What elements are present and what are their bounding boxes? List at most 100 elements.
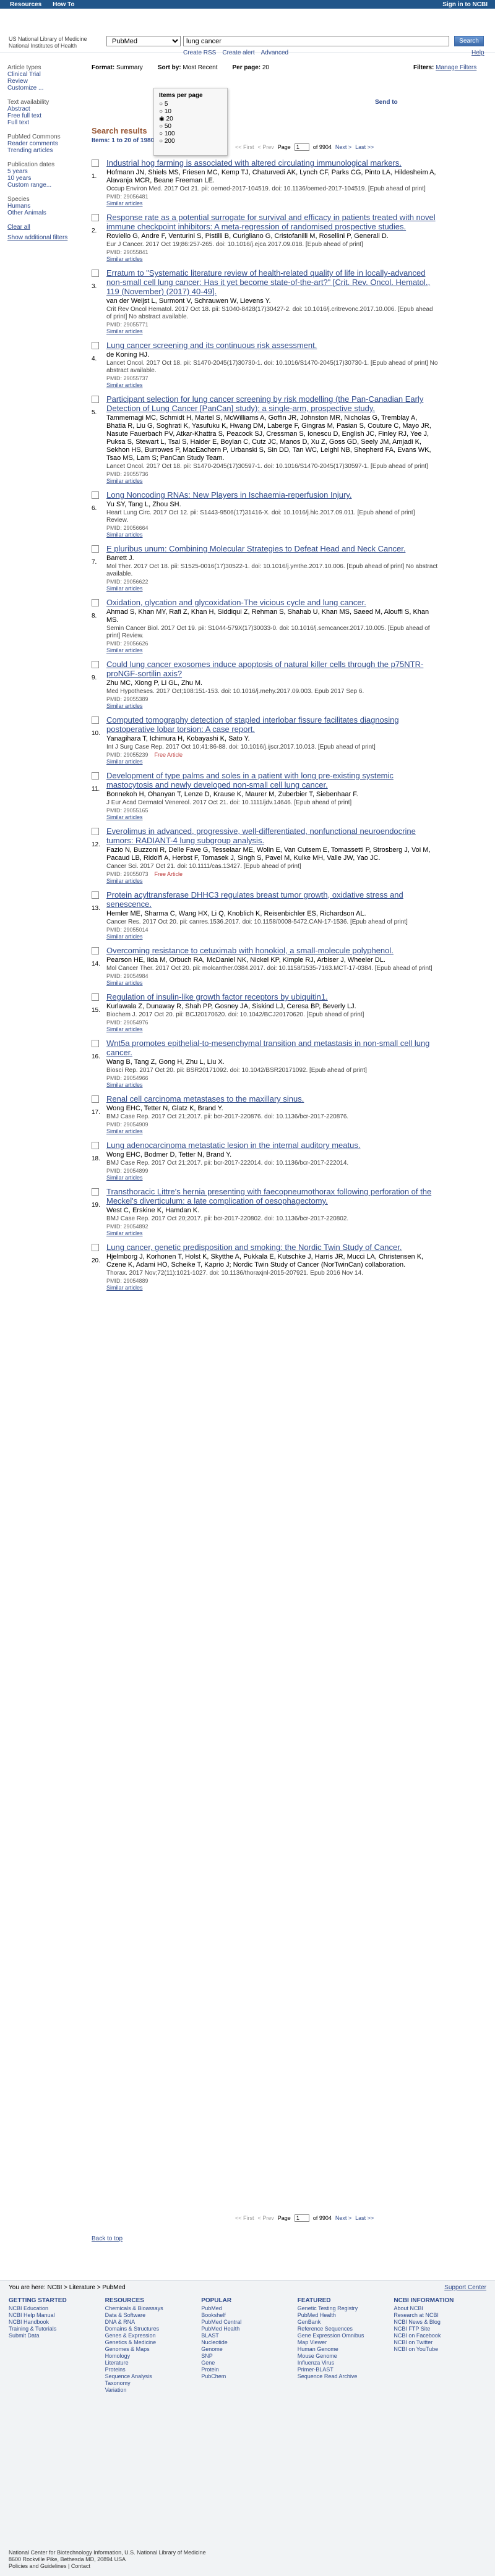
filter-item[interactable]: Abstract [7,106,75,113]
result-checkbox[interactable] [92,159,99,167]
similar-articles-link[interactable]: Similar articles [106,256,438,262]
result-checkbox[interactable] [92,1244,99,1251]
result-title-link[interactable]: Response rate as a potential surrogate f… [106,213,438,231]
footer-link[interactable]: BLAST [201,2332,294,2339]
pager-page-input[interactable] [294,2214,309,2222]
result-checkbox[interactable] [92,491,99,499]
perpage-setting[interactable]: Per page: 20 [233,64,269,71]
footer-link[interactable]: Submit Data [9,2332,101,2339]
result-checkbox[interactable] [92,1142,99,1149]
footer-link[interactable]: NCBI on Facebook [394,2332,486,2339]
similar-articles-link[interactable]: Similar articles [106,1285,438,1291]
result-title-link[interactable]: Computed tomography detection of stapled… [106,715,438,734]
perpage-option[interactable]: ○ 100 [159,130,222,138]
filter-item[interactable]: Custom range... [7,182,75,189]
footer-link[interactable]: PubChem [201,2373,294,2380]
footer-link[interactable]: Taxonomy [105,2380,198,2387]
similar-articles-link[interactable]: Similar articles [106,814,438,820]
similar-articles-link[interactable]: Similar articles [106,933,438,940]
footer-link[interactable]: NCBI on YouTube [394,2346,486,2353]
footer-link[interactable]: About NCBI [394,2305,486,2312]
result-title-link[interactable]: Regulation of insulin-like growth factor… [106,992,438,1001]
result-title-link[interactable]: Overcoming resistance to cetuximab with … [106,946,438,955]
footer-link[interactable]: Training & Tutorials [9,2326,101,2332]
filter-item[interactable]: Customize ... [7,85,75,91]
similar-articles-link[interactable]: Similar articles [106,585,438,592]
footer-link[interactable]: PubMed Central [201,2319,294,2326]
perpage-option[interactable]: ○ 200 [159,138,222,145]
pager-first[interactable]: << First [235,144,254,150]
advanced-search-link[interactable]: Advanced [261,49,288,56]
result-title-link[interactable]: E pluribus unum: Combining Molecular Str… [106,544,438,553]
result-checkbox[interactable] [92,342,99,349]
result-checkbox[interactable] [92,993,99,1001]
show-additional-filters-link[interactable]: Show additional filters [7,234,75,241]
search-input[interactable] [183,36,449,46]
perpage-option[interactable]: ○ 5 [159,101,222,108]
filter-item[interactable]: Full text [7,119,75,126]
result-checkbox[interactable] [92,270,99,277]
footer-link[interactable]: Sequence Analysis [105,2373,198,2380]
footer-link[interactable]: Mouse Genome [298,2353,390,2360]
footer-link[interactable]: NCBI on Twitter [394,2339,486,2346]
footer-link[interactable]: NCBI Education [9,2305,101,2312]
search-button[interactable]: Search [454,36,484,46]
create-alert-link[interactable]: Create alert [222,49,254,56]
perpage-option[interactable]: ○ 10 [159,108,222,116]
pager-prev[interactable]: < Prev [258,144,274,150]
similar-articles-link[interactable]: Similar articles [106,1128,438,1134]
result-checkbox[interactable] [92,891,99,899]
result-title-link[interactable]: Participant selection for lung cancer sc… [106,394,438,413]
send-to-menu[interactable]: Send to [375,99,398,106]
footer-link[interactable]: NCBI FTP Site [394,2326,486,2332]
filter-item[interactable]: Clinical Trial [7,71,75,78]
filter-item[interactable]: Free full text [7,113,75,119]
signin-link[interactable]: Sign in to NCBI [442,1,488,8]
result-title-link[interactable]: Lung cancer, genetic predisposition and … [106,1243,438,1252]
nlm-logo[interactable]: US National Library of Medicine National… [9,36,87,49]
perpage-option[interactable]: ○ 50 [159,123,222,130]
result-checkbox[interactable] [92,599,99,606]
footer-link[interactable]: Nucleotide [201,2339,294,2346]
footer-link[interactable]: Genomes & Maps [105,2346,198,2353]
result-title-link[interactable]: Wnt5a promotes epithelial-to-mesenchymal… [106,1039,438,1057]
result-title-link[interactable]: Long Noncoding RNAs: New Players in Isch… [106,490,438,499]
result-title-link[interactable]: Transthoracic Littre's hernia presenting… [106,1187,438,1205]
footer-link[interactable]: Primer-BLAST [298,2366,390,2373]
result-checkbox[interactable] [92,828,99,835]
support-center-link[interactable]: Support Center [444,2284,486,2291]
result-checkbox[interactable] [92,214,99,221]
pager-page-input[interactable] [294,143,309,151]
footer-link[interactable]: Human Genome [298,2346,390,2353]
footer-link[interactable]: Influenza Virus [298,2360,390,2366]
footer-link[interactable]: Homology [105,2353,198,2360]
similar-articles-link[interactable]: Similar articles [106,759,438,765]
sort-setting[interactable]: Sort by: Most Recent [158,64,218,71]
filter-item[interactable]: 10 years [7,175,75,182]
footer-link[interactable]: Map Viewer [298,2339,390,2346]
similar-articles-link[interactable]: Similar articles [106,703,438,709]
result-checkbox[interactable] [92,772,99,780]
pager-next[interactable]: Next > [335,2215,351,2221]
result-checkbox[interactable] [92,396,99,403]
result-checkbox[interactable] [92,1188,99,1196]
manage-filters-link[interactable]: Manage Filters [436,64,476,71]
help-link[interactable]: Help [471,49,484,56]
filter-item[interactable]: Other Animals [7,210,75,216]
result-title-link[interactable]: Everolimus in advanced, progressive, wel… [106,827,438,845]
footer-link[interactable]: Genetics & Medicine [105,2339,198,2346]
result-checkbox[interactable] [92,661,99,668]
pager-first[interactable]: << First [235,2215,254,2221]
footer-link[interactable]: Variation [105,2387,198,2394]
filter-item[interactable]: Humans [7,203,75,210]
result-title-link[interactable]: Industrial hog farming is associated wit… [106,158,438,168]
result-checkbox[interactable] [92,1040,99,1047]
footer-link[interactable]: PubMed Health [298,2312,390,2319]
pager-last[interactable]: Last >> [355,2215,374,2221]
result-title-link[interactable]: Development of type palms and soles in a… [106,771,438,789]
similar-articles-link[interactable]: Similar articles [106,647,438,653]
result-title-link[interactable]: Could lung cancer exosomes induce apopto… [106,660,438,678]
similar-articles-link[interactable]: Similar articles [106,1082,438,1088]
footer-link[interactable]: NCBI Handbook [9,2319,101,2326]
similar-articles-link[interactable]: Similar articles [106,878,438,884]
